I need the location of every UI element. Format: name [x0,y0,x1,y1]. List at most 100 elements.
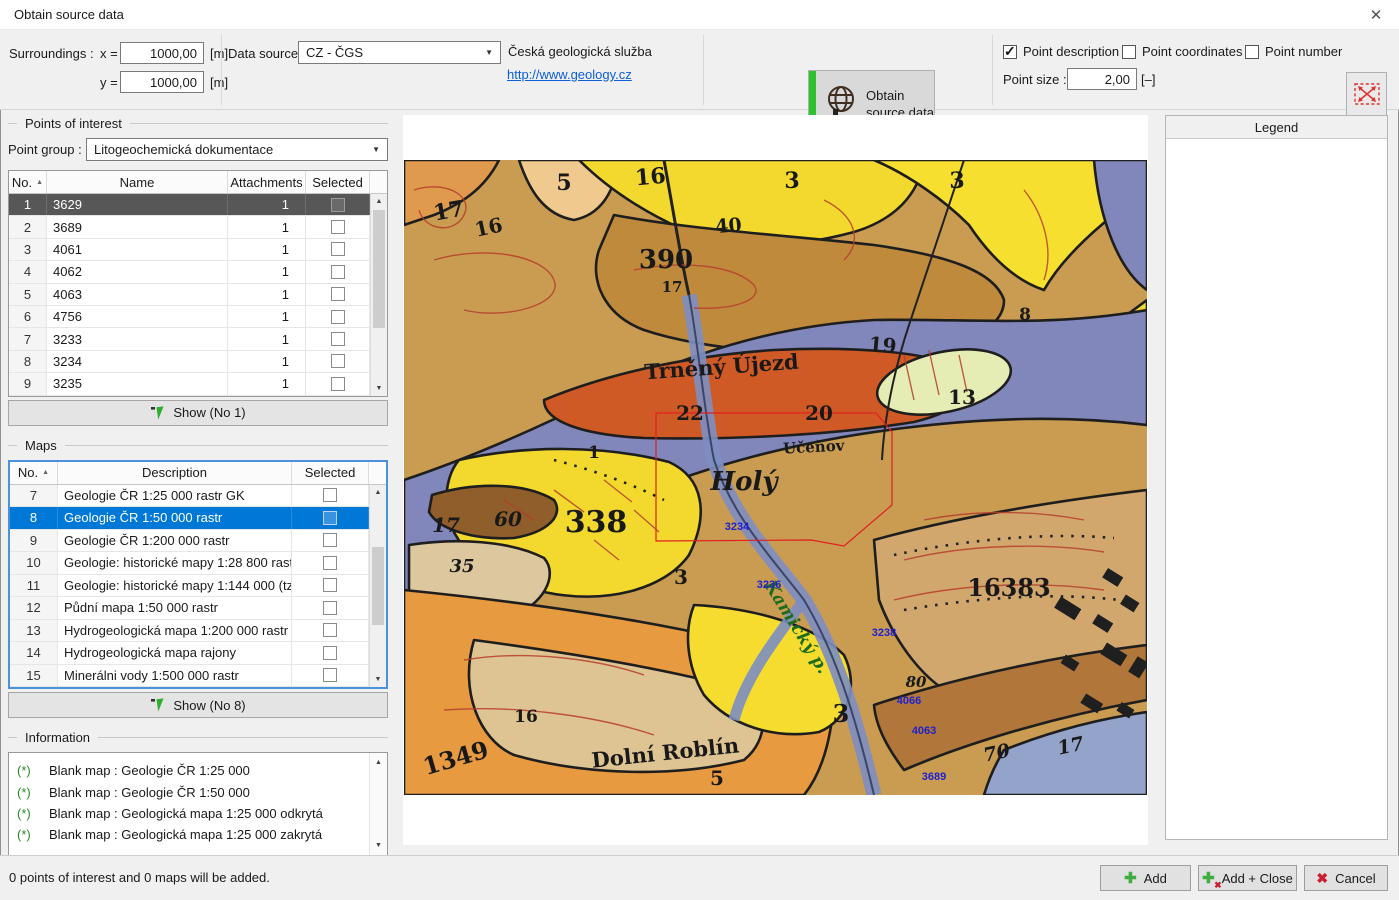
table-cell: 7 [10,485,58,507]
row-checkbox[interactable] [331,242,345,256]
map-label: 20 [805,401,833,425]
column-header-name[interactable]: Name [47,171,228,193]
table-cell: Geologie: historické mapy 1:144 000 (tzv… [58,575,292,597]
point-coordinates-checkbox[interactable]: Point coordinates [1122,44,1242,59]
maps-table-row[interactable]: 10Geologie: historické mapy 1:28 800 ras… [10,552,369,575]
map-label: 16383 [967,573,1051,602]
row-checkbox[interactable] [323,578,337,592]
row-checkbox[interactable] [323,556,337,570]
zoom-extents-button[interactable] [1346,72,1387,116]
points-table-row[interactable]: 236891 [9,216,370,238]
scroll-up-icon[interactable]: ▲ [370,485,386,500]
row-checkbox[interactable] [323,623,337,637]
row-checkbox[interactable] [331,377,345,391]
toolbar: Surroundings : x = 1000,00 [m] y = 1000,… [0,30,1399,110]
points-table-row[interactable]: 440621 [9,261,370,283]
points-table-row[interactable]: 732331 [9,328,370,350]
show-map-button[interactable]: Show (No 8) [8,692,388,718]
maps-table-row[interactable]: 7Geologie ČR 1:25 000 rastr GK [10,485,369,508]
map-label: 60 [494,507,522,531]
show-map-label: Show (No 8) [173,698,245,713]
maps-table-row[interactable]: 13Hydrogeologická mapa 1:200 000 rastr [10,620,369,643]
points-scrollbar[interactable]: ▲ ▼ [370,194,387,396]
points-table-row[interactable]: 136291 [9,194,370,216]
row-checkbox[interactable] [331,265,345,279]
point-group-select[interactable]: Litogeochemická dokumentace ▼ [86,138,388,161]
point-size-unit: [–] [1141,72,1155,87]
table-cell: 1 [228,261,306,282]
point-size-label: Point size : [1003,72,1067,87]
add-close-button[interactable]: ✚✖ Add + Close [1198,865,1297,891]
maps-table-row[interactable]: 12Půdní mapa 1:50 000 rastr [10,597,369,620]
map-view[interactable]: 171651633390401719222013Trněný ÚjezdUčeň… [403,115,1148,845]
row-checkbox[interactable] [331,354,345,368]
row-checkbox[interactable] [331,198,345,212]
row-checkbox[interactable] [323,488,337,502]
cancel-button[interactable]: ✖ Cancel [1304,865,1388,891]
plus-close-icon: ✚✖ [1202,871,1215,886]
row-checkbox[interactable] [323,646,337,660]
provider-link[interactable]: http://www.geology.cz [507,67,632,82]
information-scrollbar[interactable]: ▲ ▼ [369,753,387,855]
row-checkbox[interactable] [323,533,337,547]
scroll-up-icon[interactable]: ▲ [371,194,387,209]
scrollbar-thumb[interactable] [373,210,385,328]
point-number-checkbox[interactable]: Point number [1245,44,1342,59]
map-label: 35 [449,556,474,577]
scroll-down-icon[interactable]: ▼ [370,672,386,687]
show-point-button[interactable]: Show (No 1) [8,400,388,426]
maps-scrollbar[interactable]: ▲ ▼ [369,485,386,688]
column-header-selected[interactable]: Selected [306,171,370,193]
table-cell [292,530,369,552]
map-point-label: 4066 [897,695,921,707]
row-checkbox[interactable] [331,332,345,346]
maps-table-row[interactable]: 14Hydrogeologická mapa rajony [10,642,369,665]
points-table: No.▲ Name Attachments Selected 136291236… [8,170,388,397]
scrollbar-thumb[interactable] [372,547,384,625]
maps-table-row[interactable]: 15Minerálni vody 1:500 000 rastr [10,665,369,688]
cancel-label: Cancel [1335,871,1375,886]
close-icon[interactable]: ✕ [1363,3,1389,27]
points-table-row[interactable]: 832341 [9,351,370,373]
add-button[interactable]: ✚ Add [1100,865,1191,891]
scroll-up-icon[interactable]: ▲ [370,755,387,770]
table-cell: 1 [228,239,306,260]
information-header: Information [8,730,388,745]
point-size-input[interactable]: 2,00 [1067,68,1137,90]
provider-name: Česká geologická služba [508,44,652,59]
table-cell: 9 [10,530,58,552]
table-cell: 10 [10,552,58,574]
points-table-row[interactable]: 647561 [9,306,370,328]
maps-table-row[interactable]: 11Geologie: historické mapy 1:144 000 (t… [10,575,369,598]
row-checkbox[interactable] [323,511,337,525]
column-header-no[interactable]: No.▲ [10,462,58,484]
points-table-row[interactable]: 340611 [9,239,370,261]
table-cell: 4756 [47,306,228,327]
scroll-down-icon[interactable]: ▼ [370,838,387,853]
table-cell [306,328,370,349]
scroll-down-icon[interactable]: ▼ [371,381,387,396]
points-table-row[interactable]: 540631 [9,284,370,306]
table-cell [292,597,369,619]
row-checkbox[interactable] [323,668,337,682]
row-checkbox[interactable] [331,220,345,234]
data-source-select[interactable]: CZ - ČGS ▼ [298,41,501,64]
table-cell [292,552,369,574]
row-checkbox[interactable] [331,310,345,324]
table-cell [292,485,369,507]
x-label: x = [100,46,118,61]
column-header-description[interactable]: Description [58,462,292,484]
row-checkbox[interactable] [323,601,337,615]
column-header-attachments[interactable]: Attachments [228,171,306,193]
column-header-no[interactable]: No.▲ [9,171,47,193]
map-point-label: 3236 [757,579,781,591]
point-description-checkbox[interactable]: Point description [1003,44,1119,59]
y-input[interactable]: 1000,00 [120,71,204,93]
obtain-button-line1: Obtain [866,87,934,104]
maps-table-row[interactable]: 8Geologie ČR 1:50 000 rastr [10,507,369,530]
x-input[interactable]: 1000,00 [120,42,204,64]
column-header-selected[interactable]: Selected [292,462,369,484]
maps-table-row[interactable]: 9Geologie ČR 1:200 000 rastr [10,530,369,553]
points-table-row[interactable]: 932351 [9,373,370,395]
row-checkbox[interactable] [331,287,345,301]
